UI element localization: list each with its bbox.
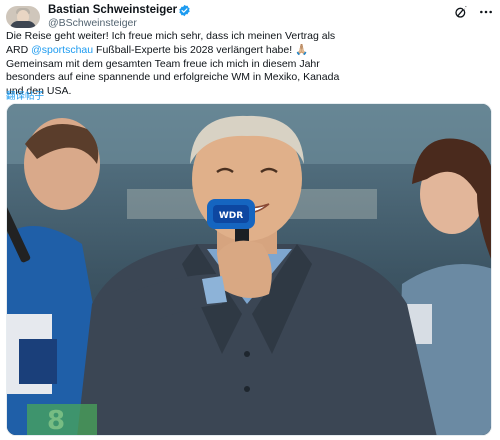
avatar[interactable] [6,6,40,28]
tweet-text-segment: Fußball-Experte bis 2028 verlängert habe… [93,43,296,56]
user-handle[interactable]: @BSchweinsteiger [48,17,137,29]
display-name[interactable]: Bastian Schweinsteiger [48,4,177,16]
post-photo[interactable]: 8 [6,103,492,436]
tweet-text-segment: ARD [6,43,32,56]
tweet-card: Bastian Schweinsteiger @BSchweinsteiger … [0,0,500,440]
verified-badge-icon [179,4,190,17]
microphone-flag-label: WDR [219,211,243,221]
translate-post-link[interactable]: 翻译帖子 [6,88,44,102]
tweet-line-2: ARD @sportschau Fußball-Experte bis 2028… [6,44,494,58]
tweet-line-1: Die Reise geht weiter! Ich freue mich se… [6,30,336,42]
tweet-line-4: besonders auf eine spannende und erfolgr… [6,71,340,84]
praying-hands-emoji: 🙏🏼 [295,43,309,56]
mention-link[interactable]: @sportschau [31,44,93,56]
grok-icon[interactable] [453,4,469,20]
tweet-line-5: und den USA. [6,85,72,98]
photo-scene: 8 [7,104,491,435]
tweet-text: Die Reise geht weiter! Ich freue mich se… [6,30,494,99]
tweet-line-3: Gemeinsam mit dem gesamten Team freue ic… [6,57,320,70]
more-options-icon[interactable] [478,4,494,20]
